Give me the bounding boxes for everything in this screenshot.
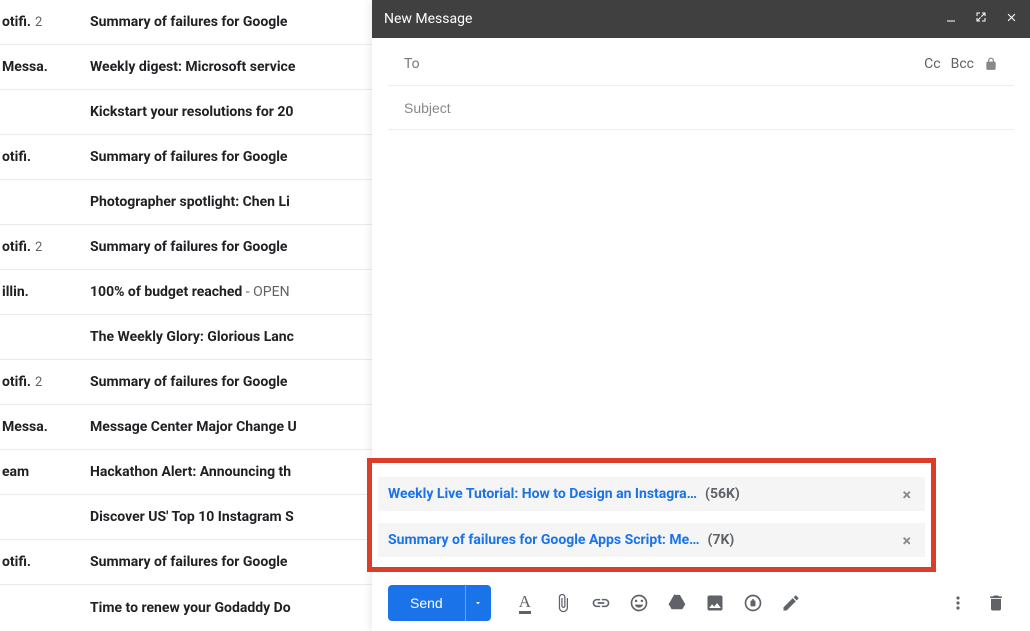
email-row[interactable]: illin. 100% of budget reached - OPEN — [0, 270, 385, 315]
attachment-name: Weekly Live Tutorial: How to Design an I… — [388, 486, 697, 502]
close-icon[interactable] — [1005, 11, 1018, 28]
drive-icon[interactable] — [659, 585, 695, 621]
attachment-name: Summary of failures for Google Apps Scri… — [388, 532, 700, 548]
sender: otifi. — [2, 554, 31, 570]
compose-header: New Message — [372, 0, 1030, 38]
subject: The Weekly Glory: Glorious Lanc — [90, 329, 294, 345]
subject: 100% of budget reached — [90, 284, 242, 300]
subject-input[interactable] — [404, 100, 998, 116]
subject: Summary of failures for Google — [90, 149, 288, 165]
emoji-icon[interactable] — [621, 585, 657, 621]
attachment-chip[interactable]: Weekly Live Tutorial: How to Design an I… — [378, 477, 925, 511]
attachments-area: Weekly Live Tutorial: How to Design an I… — [367, 458, 936, 572]
sender: otifi. — [2, 374, 31, 390]
remove-attachment-icon[interactable]: × — [899, 531, 916, 550]
send-options-button[interactable] — [465, 585, 491, 621]
sender: illin. — [2, 284, 29, 300]
cc-button[interactable]: Cc — [924, 56, 940, 72]
sender: otifi. — [2, 14, 31, 30]
thread-count: 2 — [35, 15, 42, 30]
subject-field[interactable] — [388, 86, 1014, 130]
subject: Time to renew your Godaddy Do — [90, 600, 291, 616]
thread-count: 2 — [35, 240, 42, 255]
subject: Message Center Major Change U — [90, 419, 297, 435]
minimize-icon[interactable] — [945, 11, 957, 27]
bcc-button[interactable]: Bcc — [951, 56, 974, 72]
email-row[interactable]: Messa. Message Center Major Change U — [0, 405, 385, 450]
email-row[interactable]: Photographer spotlight: Chen Li — [0, 180, 385, 225]
subject: Summary of failures for Google — [90, 14, 288, 30]
more-options-icon[interactable] — [940, 585, 976, 621]
formatting-icon[interactable]: A — [507, 585, 543, 621]
pen-icon[interactable] — [773, 585, 809, 621]
link-icon[interactable] — [583, 585, 619, 621]
thread-count: 2 — [35, 375, 42, 390]
email-row[interactable]: otifi. Summary of failures for Google — [0, 540, 385, 585]
snippet: - OPEN — [242, 284, 289, 300]
confidential-icon[interactable] — [735, 585, 771, 621]
compose-window: New Message To Cc Bcc Weekly Live Tutori… — [372, 0, 1030, 631]
attachment-chip[interactable]: Summary of failures for Google Apps Scri… — [378, 523, 925, 557]
email-row[interactable]: eam Hackathon Alert: Announcing th — [0, 450, 385, 495]
photo-icon[interactable] — [697, 585, 733, 621]
compose-body[interactable]: Weekly Live Tutorial: How to Design an I… — [372, 130, 1030, 575]
email-row[interactable]: Messa. Weekly digest: Microsoft service — [0, 45, 385, 90]
compose-title: New Message — [384, 11, 945, 27]
attachment-size: (7K) — [708, 532, 735, 548]
subject: Kickstart your resolutions for 20 — [90, 104, 293, 120]
attach-icon[interactable] — [545, 585, 581, 621]
sender: otifi. — [2, 239, 31, 255]
to-field[interactable]: To Cc Bcc — [388, 42, 1014, 86]
expand-icon[interactable] — [975, 11, 987, 27]
sender: Messa. — [2, 59, 48, 75]
remove-attachment-icon[interactable]: × — [899, 485, 916, 504]
sender: eam — [2, 464, 29, 480]
subject: Discover US' Top 10 Instagram S — [90, 509, 294, 525]
subject: Weekly digest: Microsoft service — [90, 59, 295, 75]
email-row[interactable]: otifi. Summary of failures for Google — [0, 135, 385, 180]
discard-icon[interactable] — [978, 585, 1014, 621]
attachment-size: (56K) — [705, 486, 740, 502]
subject: Summary of failures for Google — [90, 554, 288, 570]
email-list: otifi. 2 Summary of failures for Google M… — [0, 0, 385, 631]
send-button[interactable]: Send — [388, 585, 465, 621]
to-label: To — [404, 56, 420, 72]
subject: Summary of failures for Google — [90, 239, 288, 255]
sender: Messa. — [2, 419, 48, 435]
lock-icon[interactable] — [984, 57, 998, 71]
compose-toolbar: Send A — [372, 575, 1030, 631]
email-row[interactable]: The Weekly Glory: Glorious Lanc — [0, 315, 385, 360]
email-row[interactable]: otifi. 2 Summary of failures for Google — [0, 0, 385, 45]
email-row[interactable]: otifi. 2 Summary of failures for Google — [0, 225, 385, 270]
subject: Photographer spotlight: Chen Li — [90, 194, 290, 210]
email-row[interactable]: Discover US' Top 10 Instagram S — [0, 495, 385, 540]
subject: Summary of failures for Google — [90, 374, 288, 390]
email-row[interactable]: Kickstart your resolutions for 20 — [0, 90, 385, 135]
email-row[interactable]: Time to renew your Godaddy Do — [0, 585, 385, 630]
email-row[interactable]: otifi. 2 Summary of failures for Google — [0, 360, 385, 405]
sender: otifi. — [2, 149, 31, 165]
subject: Hackathon Alert: Announcing th — [90, 464, 291, 480]
